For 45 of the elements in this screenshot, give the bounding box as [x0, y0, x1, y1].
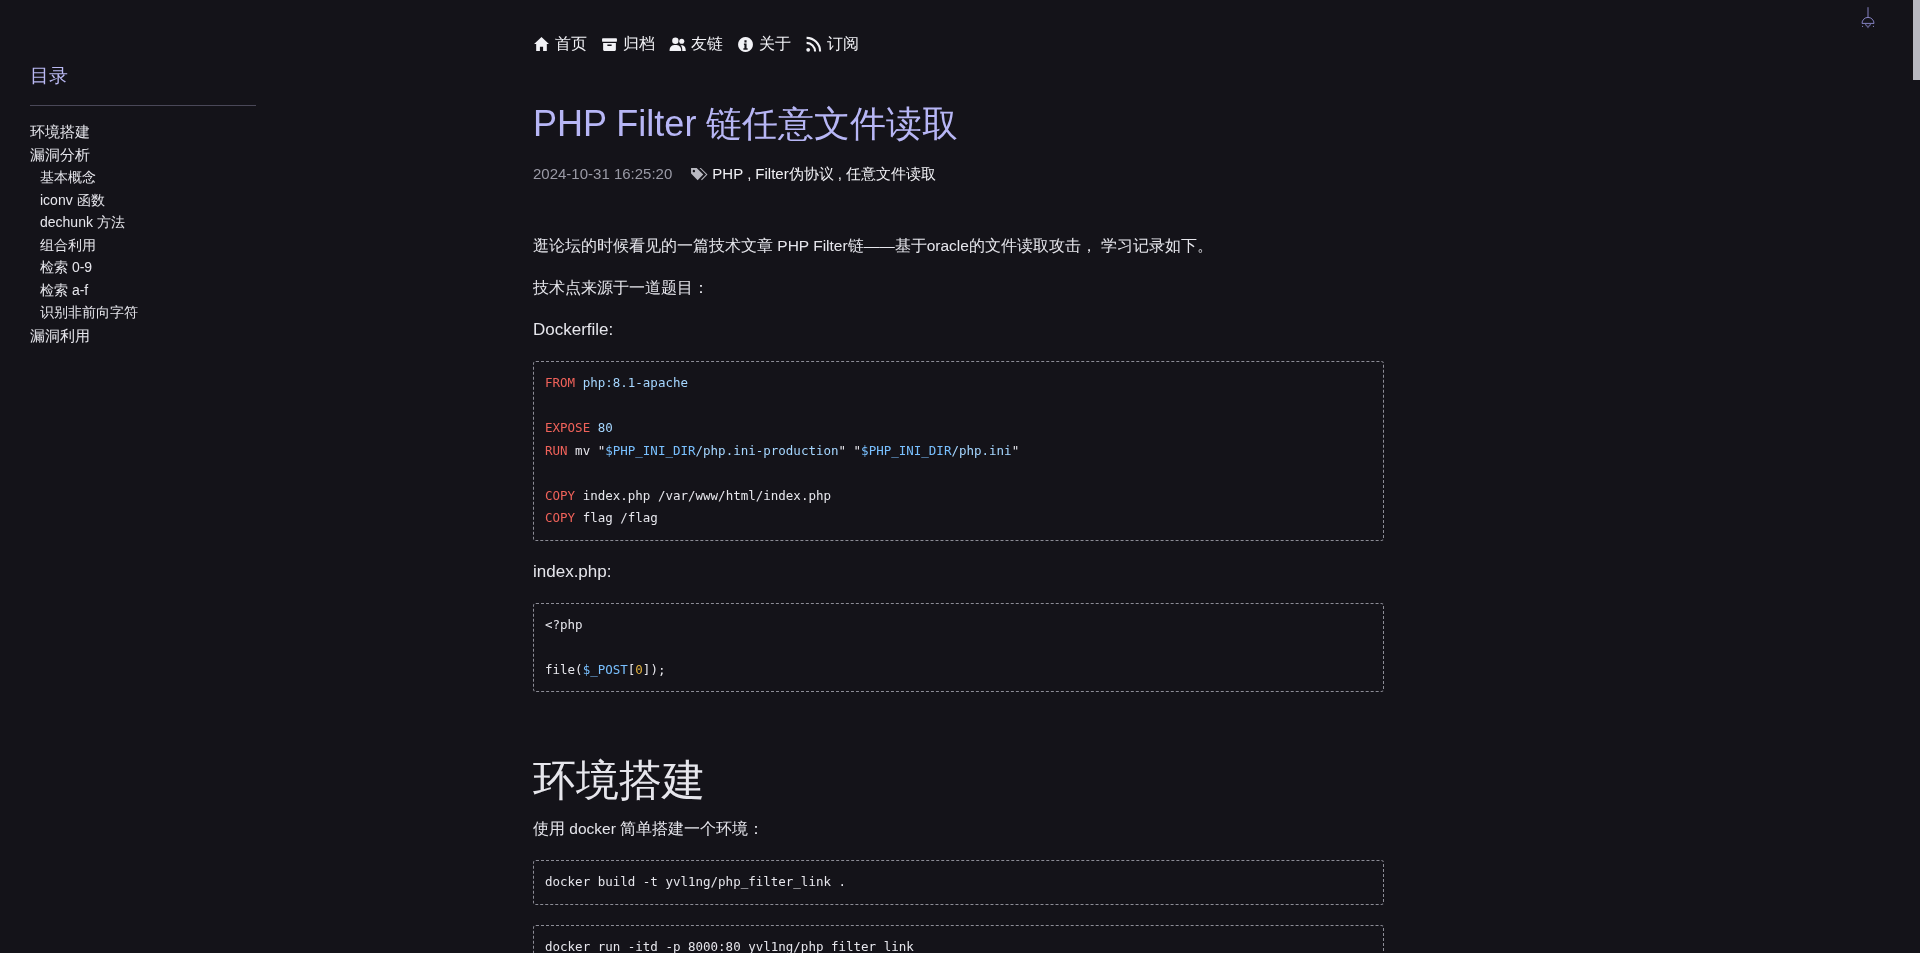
toc-link[interactable]: 检索 a-f [30, 278, 89, 301]
file-label: index.php: [533, 560, 613, 583]
code-line: file($_POST[0]); [545, 660, 666, 679]
nav-link[interactable]: 首页 [533, 33, 587, 55]
home-icon [533, 35, 550, 53]
toc-link[interactable]: 基本概念 [30, 166, 96, 189]
code-line: RUN mv "$PHP_INI_DIR/php.ini-production" "$PHP_INI_DIR/php.ini" [545, 441, 1020, 460]
tag-link[interactable]: PHP [712, 163, 744, 185]
post-date: 2024-10-31 16:25:20 [533, 164, 673, 184]
archive-box-icon [601, 35, 618, 53]
toc-link[interactable]: 识别非前向字符 [30, 301, 138, 324]
scrollbar-thumb[interactable] [1913, 0, 1920, 80]
toc-link[interactable]: 环境搭建 [30, 120, 90, 143]
tags-icon [690, 166, 710, 182]
code-line: docker build -t yvl1ng/php_filter_link . [545, 873, 847, 891]
post-title: PHP Filter 链任意文件读取 [533, 102, 960, 146]
code-line: FROM php:8.1-apache [545, 374, 688, 392]
toc-link[interactable]: dechunk 方法 [30, 211, 125, 234]
toc-link[interactable]: 漏洞分析 [30, 143, 90, 166]
paragraph: 使用 docker 简单搭建一个环境： [533, 819, 766, 839]
tag-link[interactable]: Filter伪协议 [755, 163, 834, 185]
toc-title: 目录 [30, 64, 69, 88]
tag-separator: , [837, 164, 842, 184]
toc-link[interactable]: 组合利用 [30, 233, 96, 256]
users-icon [669, 35, 686, 53]
paragraph: 逛论坛的时候看见的一篇技术文章 PHP Filter链——基于oracle的文件读取攻击， 学习记录如下。 [533, 236, 1215, 256]
toc-link[interactable]: 漏洞利用 [30, 323, 90, 347]
rss-icon [805, 35, 822, 53]
section-heading: 环境搭建 [533, 755, 706, 806]
nav-link[interactable]: 关于 [737, 33, 791, 55]
file-label: Dockerfile: [533, 319, 615, 341]
code-line: COPY index.php /var/www/html/index.php [545, 486, 831, 505]
code-line: EXPOSE 80 [545, 419, 613, 437]
tag-separator: , [747, 164, 752, 184]
tag-link[interactable]: 任意文件读取 [845, 163, 936, 185]
toc-link[interactable]: iconv 函数 [30, 188, 105, 211]
code-line: docker run -itd -p 8000:80 yvl1ng/php_filter_link [545, 937, 914, 953]
code-line: <?php [545, 615, 583, 634]
nav-link[interactable]: 友链 [669, 33, 723, 55]
paragraph: 技术点来源于一道题目： [533, 278, 710, 298]
info-icon [737, 35, 754, 53]
nav-link[interactable]: 订阅 [805, 33, 859, 55]
toc-link[interactable]: 检索 0-9 [30, 256, 93, 279]
code-line: COPY flag /flag [545, 509, 658, 527]
nav-link[interactable]: 归档 [601, 33, 655, 55]
